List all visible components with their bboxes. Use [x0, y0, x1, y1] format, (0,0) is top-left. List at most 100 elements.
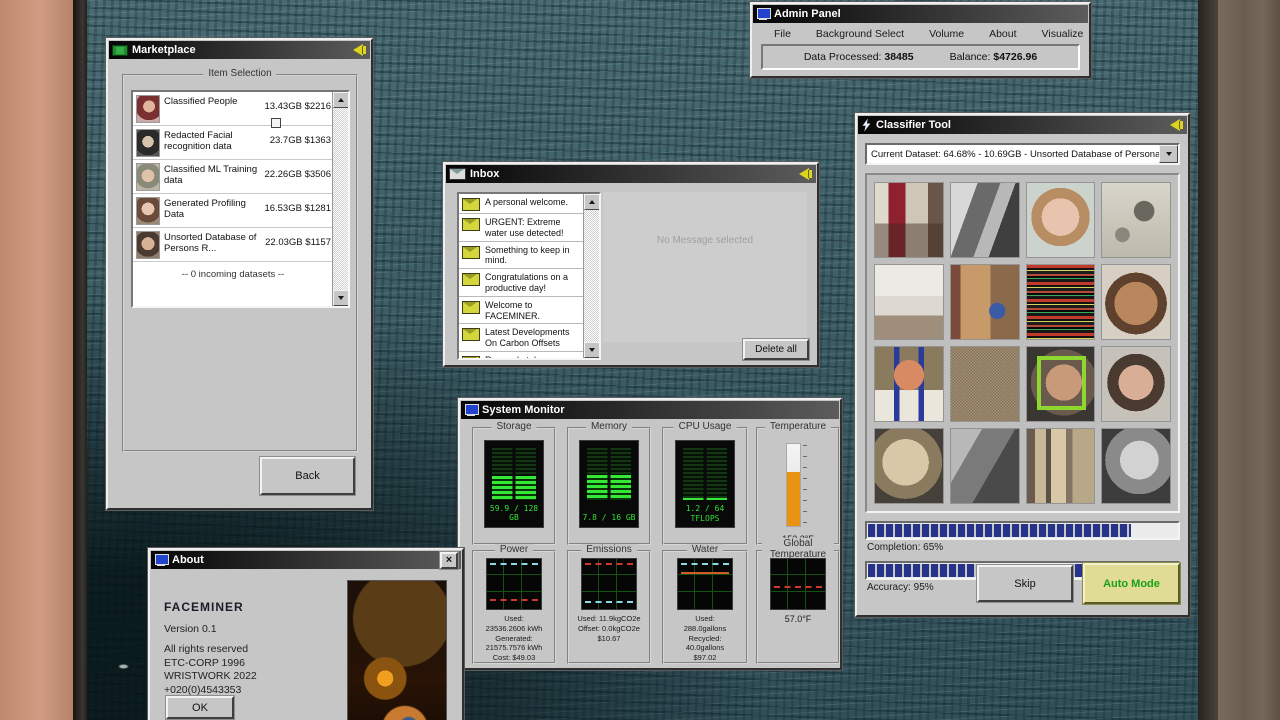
- thermometer: [786, 443, 810, 525]
- mail-icon: [462, 301, 480, 314]
- dataset-name: Generated Profiling Data: [164, 197, 260, 221]
- message-row[interactable]: Re: marketplace: [459, 352, 584, 358]
- message-row[interactable]: Congratulations on a productive day!: [459, 269, 584, 297]
- emissions-meter: Emissions Used: 11.9kgCO2e Offset: 0.0kg…: [567, 550, 651, 664]
- dataset-meta: 22.03GB $1157: [265, 231, 331, 248]
- dropdown-arrow-button[interactable]: [1159, 145, 1178, 163]
- close-icon[interactable]: [440, 552, 458, 569]
- image-tile[interactable]: [1101, 182, 1171, 258]
- image-tile[interactable]: [874, 264, 944, 340]
- no-message-text: No Message selected: [603, 192, 807, 247]
- image-tile-face-detected[interactable]: [1026, 346, 1096, 422]
- scroll-up-button[interactable]: [584, 194, 600, 210]
- storage-gauge: Storage 59.9 / 128 GB: [472, 427, 556, 545]
- menu-about[interactable]: About: [989, 28, 1016, 40]
- skip-button[interactable]: Skip: [977, 565, 1073, 602]
- gauge-label: Temperature: [765, 421, 831, 432]
- image-tile[interactable]: [874, 346, 944, 422]
- image-tile[interactable]: [1026, 428, 1096, 504]
- message-row[interactable]: Something to keep in mind.: [459, 242, 584, 270]
- envelope-icon: [449, 168, 466, 180]
- money-icon: [112, 45, 128, 56]
- scroll-up-button[interactable]: [333, 92, 349, 108]
- delete-all-button[interactable]: Delete all: [743, 339, 809, 360]
- inbox-titlebar[interactable]: Inbox: [446, 165, 816, 183]
- gauge-label: CPU Usage: [674, 421, 737, 432]
- mail-icon: [462, 328, 480, 341]
- message-row[interactable]: URGENT: Extreme water use detected!: [459, 214, 584, 242]
- list-item[interactable]: Redacted Facial recognition data 23.7GB …: [133, 126, 333, 160]
- image-tile[interactable]: [1101, 428, 1171, 504]
- image-tile[interactable]: [950, 264, 1020, 340]
- admin-panel-titlebar[interactable]: Admin Panel: [753, 5, 1088, 23]
- image-tile[interactable]: [874, 428, 944, 504]
- list-item[interactable]: Generated Profiling Data 16.53GB $1281: [133, 194, 333, 228]
- window-title: Admin Panel: [774, 8, 841, 20]
- message-listbox: A personal welcome. URGENT: Extreme wate…: [457, 192, 601, 360]
- menu-volume[interactable]: Volume: [929, 28, 964, 40]
- about-titlebar[interactable]: About: [151, 551, 461, 569]
- message-subject: Re: marketplace: [485, 355, 551, 358]
- admin-menubar: File Background Select Volume About Visu…: [752, 24, 1089, 43]
- about-artwork: [347, 580, 447, 720]
- temperature-gauge: Temperature 153.2°F: [756, 427, 840, 545]
- back-button[interactable]: Back: [260, 457, 355, 495]
- menu-background-select[interactable]: Background Select: [816, 28, 904, 40]
- menu-visualize[interactable]: Visualize: [1042, 28, 1084, 40]
- dataset-name: Unsorted Database of Persons R...: [164, 231, 261, 255]
- message-subject: Something to keep in mind.: [485, 245, 583, 267]
- dataset-meta: 16.53GB $1281: [264, 197, 331, 214]
- global-temperature-readout: 57.0°F: [758, 614, 838, 626]
- message-row[interactable]: Latest Developments On Carbon Offsets: [459, 324, 584, 352]
- power-meter: Power Used: 23536.2606 kWh Generated: 21…: [472, 550, 556, 664]
- image-tile[interactable]: [1026, 264, 1096, 340]
- message-row[interactable]: Welcome to FACEMINER.: [459, 297, 584, 325]
- image-tile[interactable]: [1101, 264, 1171, 340]
- dataset-dropdown[interactable]: Current Dataset: 64.68% - 10.69GB - Unso…: [865, 143, 1180, 165]
- auto-mode-button[interactable]: Auto Mode: [1083, 563, 1180, 604]
- speaker-icon[interactable]: [1170, 119, 1184, 131]
- speaker-icon[interactable]: [799, 168, 813, 180]
- meter-label: Power: [495, 544, 533, 555]
- image-grid: [865, 173, 1180, 513]
- dataset-meta: 22.26GB $3506: [264, 163, 331, 180]
- admin-status-bar: Data Processed: 38485 Balance: $4726.96: [761, 44, 1080, 70]
- monitor-bezel-left: [0, 0, 73, 720]
- image-tile[interactable]: [1026, 182, 1096, 258]
- memory-lcd: 7.8 / 16 GB: [579, 440, 639, 528]
- groupbox-label: Item Selection: [203, 68, 276, 79]
- menu-file[interactable]: File: [774, 28, 791, 40]
- scroll-down-button[interactable]: [333, 290, 349, 306]
- data-processed-value: 38485: [884, 51, 913, 63]
- scrollbar[interactable]: [332, 92, 348, 306]
- item-selection-groupbox: Item Selection Classified People 13.43GB…: [122, 74, 358, 452]
- speaker-icon[interactable]: [353, 44, 367, 56]
- ok-button[interactable]: OK: [166, 696, 234, 719]
- message-row[interactable]: A personal welcome.: [459, 194, 584, 214]
- unchecked-checkbox[interactable]: [271, 118, 281, 128]
- meter-label: Water: [687, 544, 723, 555]
- water-chart: [677, 558, 733, 610]
- list-item[interactable]: Classified People 13.43GB $2216: [133, 92, 333, 126]
- image-tile[interactable]: [950, 346, 1020, 422]
- mail-icon: [462, 218, 480, 231]
- dataset-listbox: Classified People 13.43GB $2216 Redacted…: [131, 90, 350, 308]
- system-monitor-titlebar[interactable]: System Monitor: [461, 401, 839, 419]
- image-tile[interactable]: [950, 182, 1020, 258]
- dataset-meta: 23.7GB $1363: [270, 129, 331, 146]
- emissions-readout: Used: 11.9kgCO2e Offset: 0.0kgCO2e $10.6…: [569, 614, 649, 643]
- message-subject: Welcome to FACEMINER.: [485, 300, 583, 322]
- seagull: [118, 664, 129, 669]
- scroll-down-button[interactable]: [584, 342, 600, 358]
- image-tile[interactable]: [874, 182, 944, 258]
- image-tile[interactable]: [1101, 346, 1171, 422]
- message-subject: Congratulations on a productive day!: [485, 272, 583, 294]
- list-item[interactable]: Unsorted Database of Persons R... 22.03G…: [133, 228, 333, 262]
- marketplace-titlebar[interactable]: Marketplace: [109, 41, 370, 59]
- classifier-titlebar[interactable]: Classifier Tool: [858, 116, 1187, 134]
- image-tile[interactable]: [950, 428, 1020, 504]
- scrollbar[interactable]: [583, 194, 599, 358]
- dataset-name: Classified People: [164, 95, 260, 108]
- list-item[interactable]: Classified ML Training data 22.26GB $350…: [133, 160, 333, 194]
- memory-gauge: Memory 7.8 / 16 GB: [567, 427, 651, 545]
